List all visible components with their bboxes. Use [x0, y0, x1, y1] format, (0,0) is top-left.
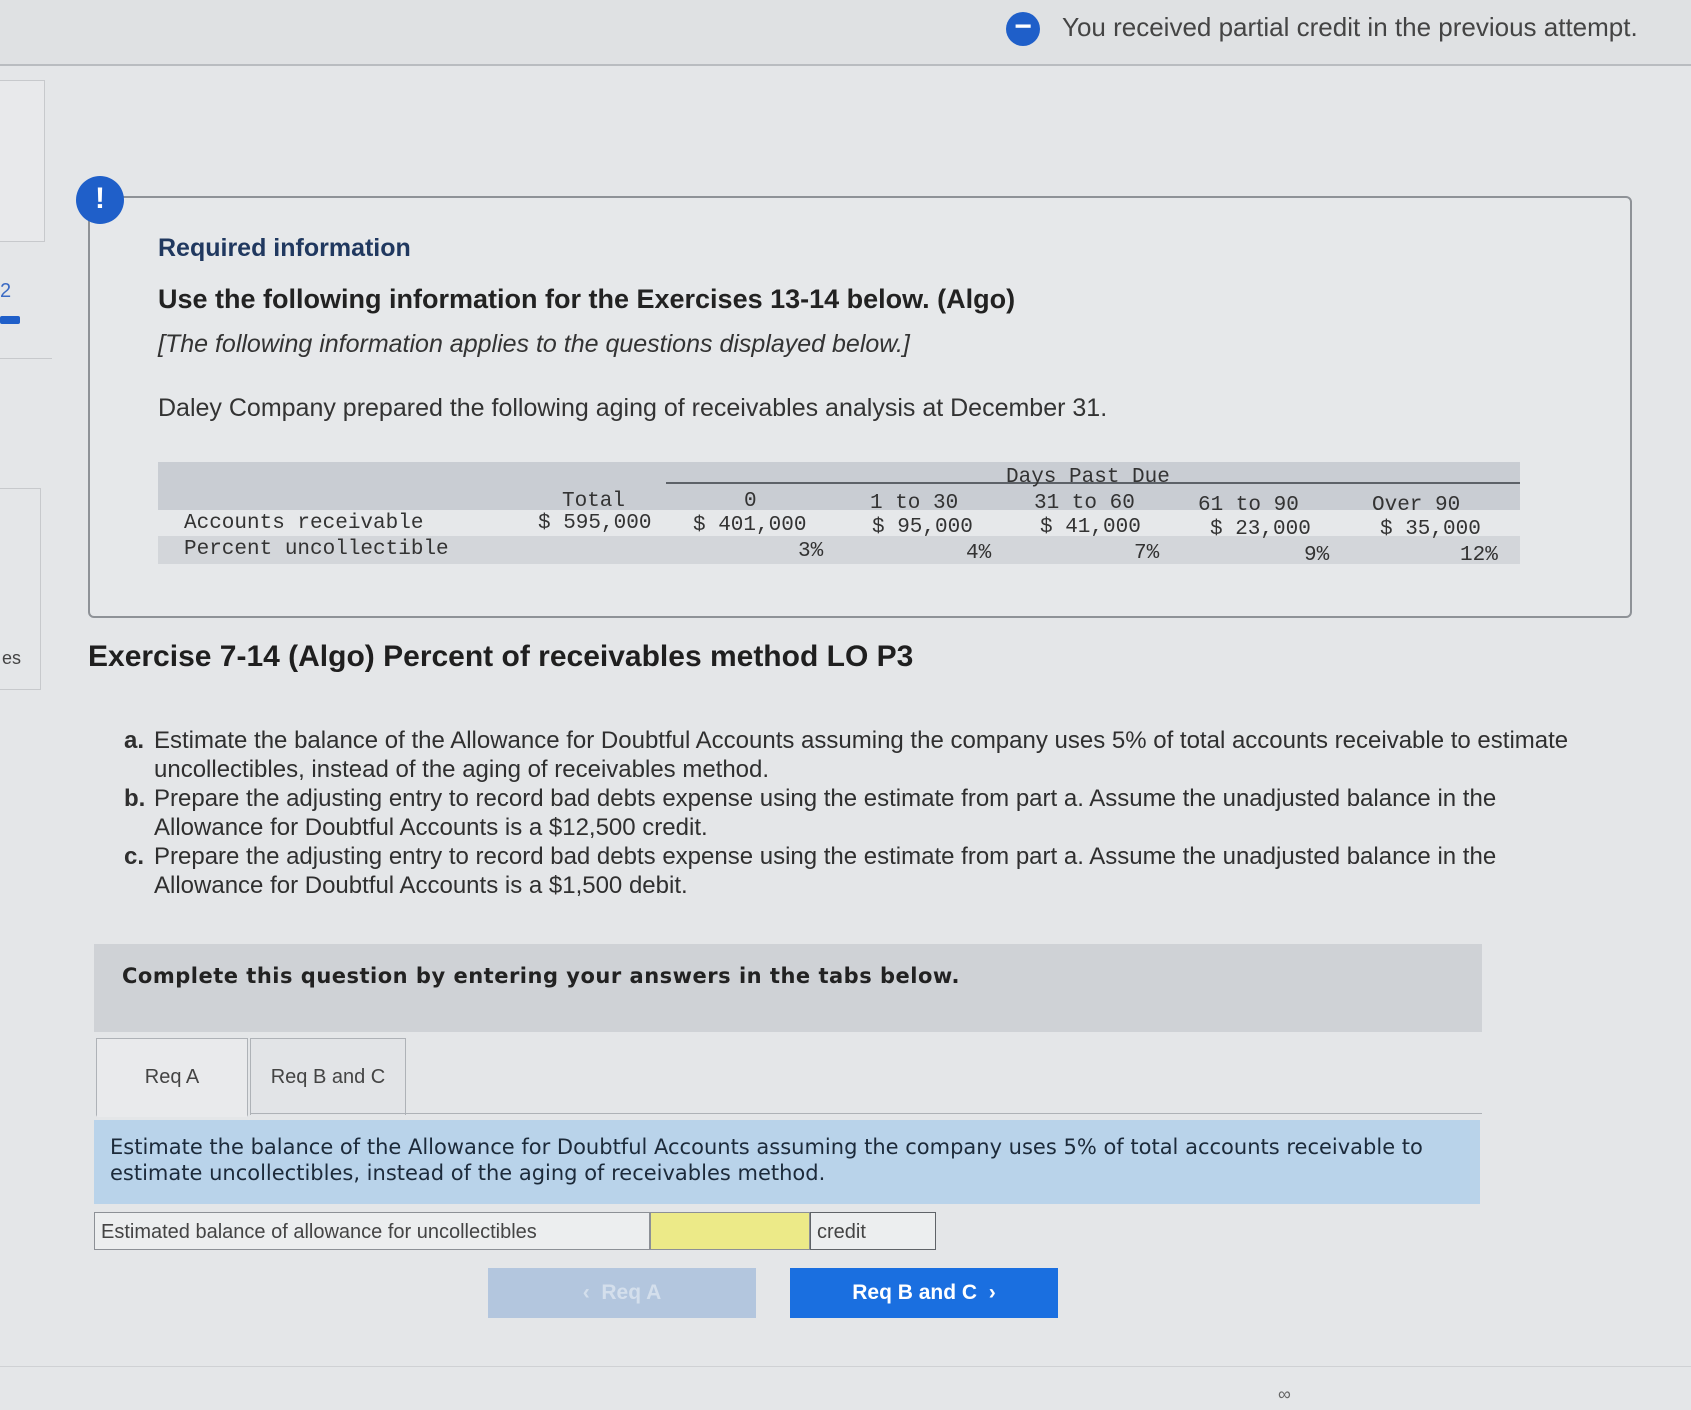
col-header-0: 0 [744, 490, 757, 513]
tab-req-a[interactable]: Req A [96, 1038, 248, 1117]
part-b-text: Prepare the adjusting entry to record ba… [154, 785, 1497, 841]
part-a: a. Estimate the balance of the Allowance… [124, 726, 1604, 784]
exercise-parts: a. Estimate the balance of the Allowance… [124, 726, 1604, 900]
chevron-left-icon: ‹ [582, 1281, 602, 1304]
part-b-letter: b. [124, 785, 146, 812]
col-header-61-90: 61 to 90 [1198, 494, 1299, 517]
alert-icon: ! [76, 176, 124, 224]
pct-1-30: 4% [966, 542, 992, 565]
pct-61-90: 9% [1304, 544, 1330, 567]
exercise-title: Exercise 7-14 (Algo) Percent of receivab… [88, 640, 914, 673]
side-panel-label[interactable]: es [2, 648, 21, 669]
partial-credit-banner: − You received partial credit in the pre… [0, 0, 1691, 66]
side-panel-progress [0, 316, 20, 324]
col-header-1-30: 1 to 30 [870, 492, 959, 515]
banner-message: You received partial credit in the previ… [1062, 12, 1638, 42]
part-a-text: Estimate the balance of the Allowance fo… [154, 727, 1569, 783]
pct-over-90: 12% [1460, 544, 1498, 567]
side-panel-divider [0, 358, 52, 359]
side-panel-card[interactable] [0, 80, 45, 242]
next-button[interactable]: Req B and C › [790, 1268, 1058, 1318]
applies-note: [The following information applies to th… [158, 330, 910, 358]
instruction-text: Estimate the balance of the Allowance fo… [110, 1135, 1423, 1185]
part-a-letter: a. [124, 727, 145, 754]
part-c-text: Prepare the adjusting entry to record ba… [154, 843, 1497, 899]
exercise-scope-text: Use the following information for the Ex… [158, 284, 1016, 314]
footer-divider [0, 1366, 1691, 1367]
link-icon[interactable]: ∞ [1278, 1384, 1291, 1405]
required-information-heading: Required information [158, 234, 411, 262]
ar-61-90: $ 23,000 [1210, 518, 1311, 541]
row-label-accounts-receivable: Accounts receivable [184, 512, 424, 535]
col-header-31-60: 31 to 60 [1034, 492, 1135, 515]
prev-button-label: Req A [601, 1281, 662, 1304]
pct-0: 3% [798, 540, 824, 563]
prev-button[interactable]: ‹ Req A [488, 1268, 756, 1318]
side-panel-number[interactable]: 2 [0, 280, 11, 303]
col-header-over-90: Over 90 [1372, 494, 1461, 517]
part-b: b. Prepare the adjusting entry to record… [124, 784, 1604, 842]
minus-circle-icon: − [1006, 12, 1040, 46]
row-label-percent-uncollectible: Percent uncollectible [184, 538, 449, 561]
allowance-balance-input[interactable] [650, 1212, 810, 1250]
complete-prompt: Complete this question by entering your … [122, 964, 960, 988]
pct-31-60: 7% [1134, 542, 1160, 565]
aging-table: Days Past Due Total 0 1 to 30 31 to 60 6… [158, 462, 1520, 568]
tabs-underline [250, 1113, 1482, 1114]
ar-31-60: $ 41,000 [1040, 516, 1141, 539]
chevron-right-icon: › [977, 1281, 996, 1304]
ar-over-90: $ 35,000 [1380, 518, 1481, 541]
days-past-due-header: Days Past Due [1006, 466, 1170, 489]
intro-text: Daley Company prepared the following agi… [158, 394, 1108, 422]
answer-label: Estimated balance of allowance for uncol… [94, 1212, 650, 1250]
answer-unit: credit [810, 1212, 936, 1250]
ar-1-30: $ 95,000 [872, 516, 973, 539]
ar-total: $ 595,000 [538, 512, 652, 535]
ar-0: $ 401,000 [693, 514, 807, 537]
complete-prompt-band [94, 944, 1482, 1032]
tab-req-b-and-c[interactable]: Req B and C [250, 1038, 406, 1115]
part-c: c. Prepare the adjusting entry to record… [124, 842, 1604, 900]
col-header-total: Total [562, 490, 626, 513]
aging-header-band [158, 462, 1520, 510]
part-c-letter: c. [124, 843, 145, 870]
next-button-label: Req B and C [852, 1281, 978, 1304]
